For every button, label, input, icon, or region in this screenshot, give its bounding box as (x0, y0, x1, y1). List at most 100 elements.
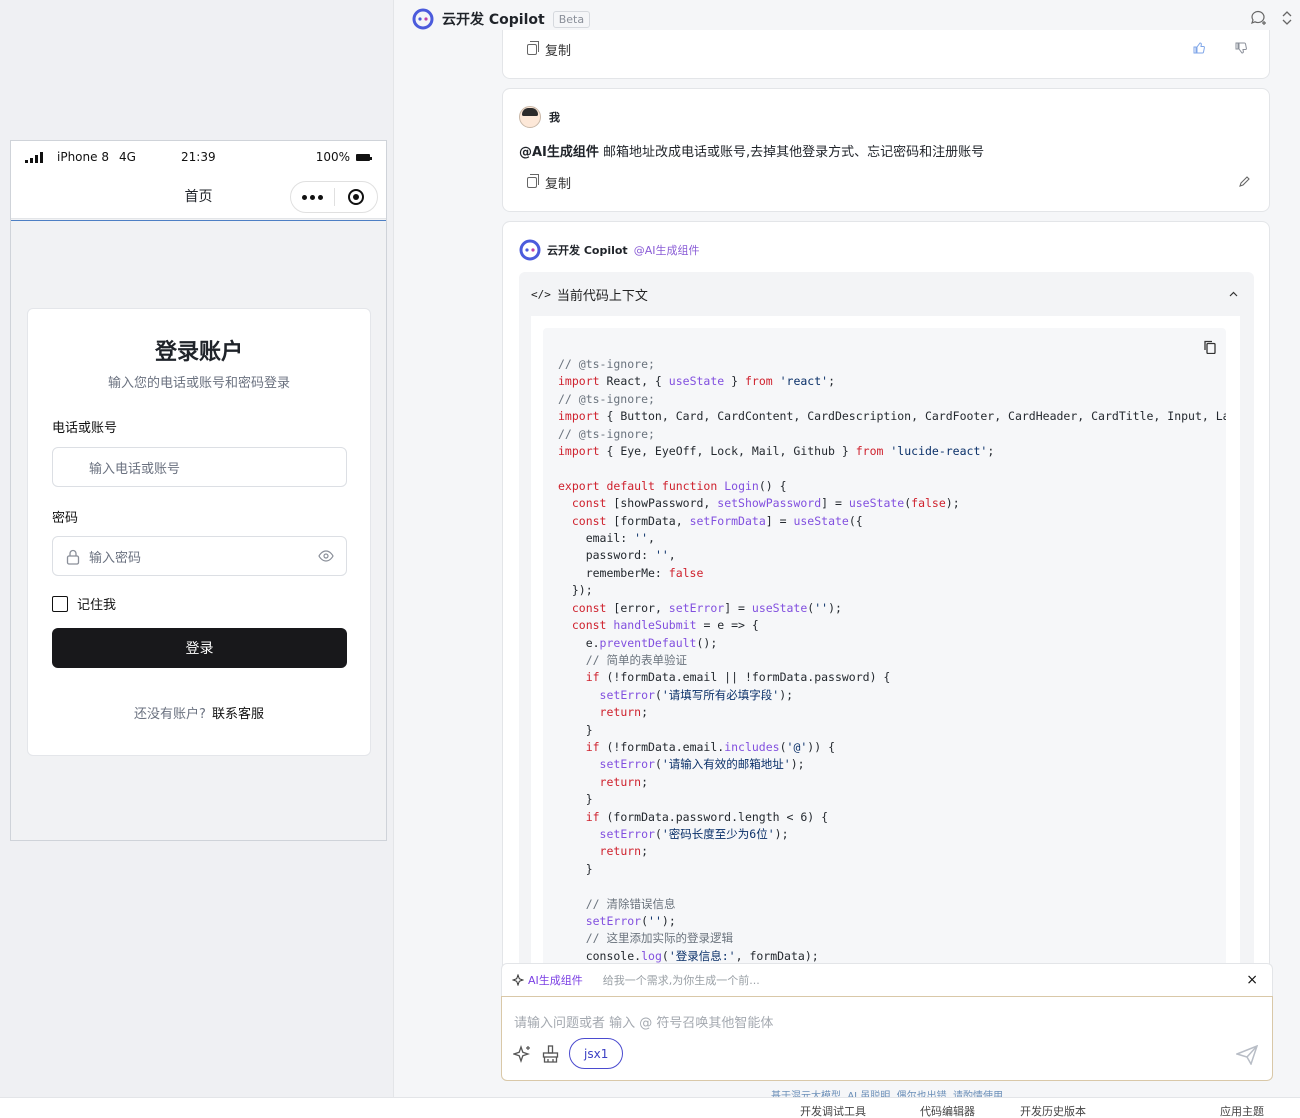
copy-icon (527, 41, 539, 55)
code-line: if (!formData.email || !formData.passwor… (585, 670, 891, 685)
agent-hint: 给我一个需求,为你生成一个前... (602, 974, 760, 987)
toolbar-history[interactable]: 开发历史版本 (1020, 1103, 1086, 1118)
user-avatar (519, 106, 541, 128)
code-line: rememberMe: false (558, 565, 704, 580)
code-line: password: '', (558, 548, 676, 563)
login-button[interactable]: 登录 (52, 628, 347, 668)
code-container: // @ts-ignore; import React, { useState }… (531, 316, 1240, 972)
assistant-name: 云开发 Copilot (547, 244, 628, 257)
battery-percent: 100% (315, 150, 350, 164)
previous-message-card: 复制 (502, 30, 1270, 79)
account-input[interactable]: 输入电话或账号 (52, 447, 347, 487)
agent-bar: AI生成组件 给我一个需求,为你生成一个前... × (501, 963, 1273, 996)
code-line: return; (599, 844, 649, 859)
toolbar-code-editor[interactable]: 代码编辑器 (920, 1103, 975, 1118)
eye-icon[interactable] (318, 550, 334, 562)
password-input[interactable]: 输入密码 (52, 536, 347, 576)
prev-copy-label: 复制 (545, 44, 572, 59)
code-line: if (formData.password.length < 6) { (585, 809, 829, 824)
capsule-menu (290, 181, 378, 213)
magic-wand-icon[interactable] (513, 1045, 532, 1064)
code-line: import { Eye, EyeOff, Lock, Mail, Github… (558, 444, 995, 459)
code-line: import React, { useState } from 'react'; (558, 374, 836, 389)
toolbar-theme[interactable]: 应用主题 (1220, 1103, 1264, 1118)
agent-name: AI生成组件 (528, 974, 583, 987)
code-line: return; (599, 774, 649, 789)
code-line: import { Button, Card, CardContent, Card… (558, 409, 1226, 424)
login-subtitle: 输入您的电话或账号和密码登录 (107, 376, 290, 391)
code-line: const [error, setError] = useState(''); (571, 600, 842, 615)
user-message-card: 我 @AI生成组件 邮箱地址改成电话或账号,去掉其他登录方式、忘记密码和注册账号… (502, 88, 1270, 212)
user-mention: @AI生成组件 (519, 145, 599, 160)
code-line: setError('请输入有效的邮箱地址'); (599, 757, 805, 772)
remember-me[interactable]: 记住我 (52, 594, 116, 613)
device-name: iPhone 8 (57, 150, 109, 164)
code-line: e.preventDefault(); (558, 635, 718, 650)
code-line: const handleSubmit = e => { (571, 618, 759, 633)
code-line: if (!formData.email.includes('@')) { (585, 739, 835, 754)
password-placeholder: 输入密码 (89, 550, 142, 566)
more-icon[interactable] (291, 182, 334, 212)
code-line: // @ts-ignore; (558, 357, 655, 371)
phone-simulator: iPhone 8 4G 21:39 100% 首页 登录账户 输入您的电话或账号… (10, 140, 387, 841)
copy-icon (527, 174, 539, 188)
login-title: 登录账户 (154, 340, 243, 365)
remember-checkbox[interactable] (52, 595, 68, 612)
thumbs-down-icon[interactable] (1235, 42, 1247, 54)
close-miniprogram-icon[interactable] (335, 182, 378, 212)
user-name: 我 (549, 111, 560, 124)
thumbs-up-icon[interactable] (1193, 42, 1205, 54)
user-message-text: @AI生成组件 邮箱地址改成电话或账号,去掉其他登录方式、忘记密码和注册账号 (519, 141, 984, 160)
signup-text: 还没有账户? (134, 707, 206, 722)
code-line: const [showPassword, setShowPassword] = … (571, 496, 960, 511)
code-context-panel: </> 当前代码上下文 // @ts-ignore; import React, … (519, 272, 1254, 972)
expand-collapse-icon[interactable] (1282, 10, 1292, 26)
code-line: export default function Login() { (558, 478, 787, 493)
status-bar: iPhone 8 4G 21:39 100% (11, 141, 386, 173)
contact-support-link[interactable]: 联系客服 (212, 707, 264, 722)
edit-icon[interactable] (1238, 175, 1251, 188)
user-copy-label: 复制 (545, 177, 572, 192)
copilot-logo-icon (412, 8, 434, 30)
copilot-avatar-icon (519, 239, 541, 261)
account-label: 电话或账号 (52, 421, 118, 436)
code-line: // 清除错误信息 (585, 896, 676, 911)
code-line: // @ts-ignore; (558, 391, 655, 406)
mini-program-nav-bar: 首页 (11, 173, 386, 219)
page-canvas: 登录账户 输入您的电话或账号和密码登录 电话或账号 输入电话或账号 密码 输入密… (11, 220, 386, 840)
signup-prompt: 还没有账户? 联系客服 (28, 703, 370, 722)
context-tag-jsx1[interactable]: jsx1 (569, 1038, 624, 1069)
code-line: }); (558, 583, 593, 598)
lock-icon (66, 549, 80, 565)
bottom-toolbar: 开发调试工具 代码编辑器 开发历史版本 应用主题 (0, 1097, 1300, 1118)
code-line: setError(''); (585, 914, 676, 928)
password-label: 密码 (52, 511, 79, 526)
code-context-header[interactable]: </> 当前代码上下文 (519, 272, 1254, 316)
composer: AI生成组件 给我一个需求,为你生成一个前... × 请输入问题或者 输入 @ … (501, 963, 1273, 1081)
prev-copy-button[interactable]: 复制 (527, 40, 571, 59)
code-block: // @ts-ignore; import React, { useState }… (543, 328, 1226, 972)
code-line: } (558, 861, 593, 876)
code-line: } (558, 722, 593, 737)
code-line: email: '', (558, 531, 655, 546)
assistant-message-card: 云开发 Copilot @AI生成组件 </> 当前代码上下文 // @ts-i… (502, 221, 1270, 981)
send-icon[interactable] (1236, 1045, 1258, 1065)
message-input[interactable]: 请输入问题或者 输入 @ 符号召唤其他智能体 jsx1 (501, 996, 1273, 1081)
network-type: 4G (118, 150, 136, 164)
close-agent-button[interactable]: × (1246, 972, 1258, 988)
new-chat-icon[interactable] (1250, 10, 1268, 26)
code-line: const [formData, setFormData] = useState… (571, 513, 863, 528)
toolbar-debug-tools[interactable]: 开发调试工具 (800, 1103, 866, 1118)
code-line: // 简单的表单验证 (585, 652, 687, 667)
account-placeholder: 输入电话或账号 (89, 461, 181, 477)
brush-icon[interactable] (542, 1045, 559, 1063)
user-copy-button[interactable]: 复制 (527, 173, 571, 192)
code-line: setError('请填写所有必填字段'); (599, 687, 794, 702)
copilot-panel: 云开发 Copilot Beta 复制 我 @AI生成组件 邮箱地址改成电话或账… (393, 0, 1300, 1112)
copy-code-icon[interactable] (1204, 340, 1216, 354)
chevron-up-icon[interactable] (1229, 291, 1238, 297)
code-line: setError('密码长度至少为6位'); (599, 826, 789, 841)
battery-icon (356, 153, 372, 161)
nav-title: 首页 (184, 188, 213, 205)
